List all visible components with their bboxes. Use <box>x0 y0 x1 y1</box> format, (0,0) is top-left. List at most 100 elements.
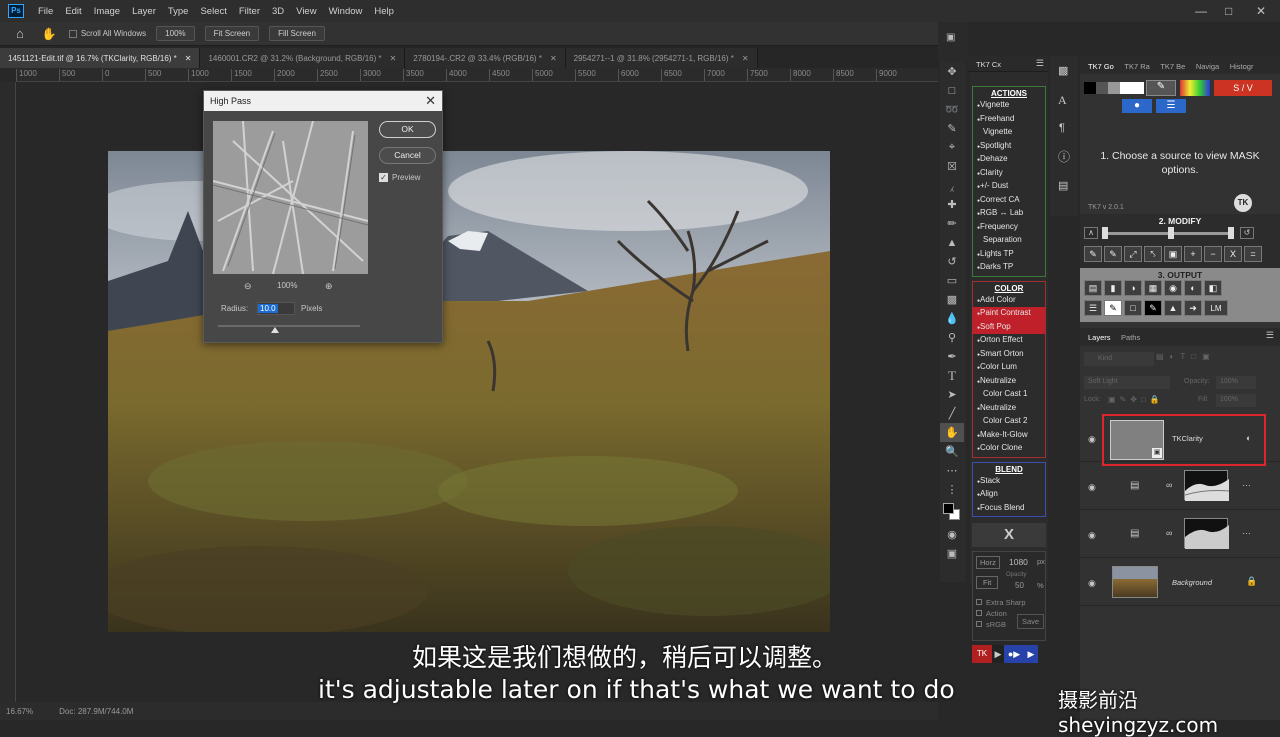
brush-tool-icon[interactable]: ✏ <box>940 214 964 233</box>
close-tab-icon[interactable]: ✕ <box>550 54 557 63</box>
path-select-icon[interactable]: ➤ <box>940 385 964 404</box>
modify-slider-right-thumb[interactable] <box>1228 227 1234 239</box>
layer-name[interactable]: Background <box>1172 578 1212 587</box>
tk-actions-item[interactable]: ●Freehand <box>973 113 1045 127</box>
tab-layers[interactable]: Layers <box>1088 333 1111 342</box>
info-icon[interactable]: ⓘ <box>1058 148 1078 165</box>
doc-tab[interactable]: 2954271--1 @ 31.8% (2954271-1, RGB/16) *… <box>565 48 758 68</box>
home-icon[interactable]: ⌂ <box>16 26 24 41</box>
layer-filter-icons[interactable]: ▤◐T□▣ <box>1156 352 1216 361</box>
quick-mask-icon[interactable]: ◉ <box>940 525 964 544</box>
panel-menu-icon[interactable]: ☰ <box>1036 58 1044 69</box>
modify-slider-mid-thumb[interactable] <box>1168 227 1174 239</box>
menu-window[interactable]: Window <box>323 6 369 17</box>
tk-actions-item[interactable]: ●Lights TP <box>973 248 1045 262</box>
layer-row[interactable]: ◉ ▣ TKClarity ◐ <box>1080 414 1280 466</box>
tk-panel-tab[interactable]: TK7 Cx <box>976 60 1001 69</box>
tk-color-item[interactable]: ●Neutralize <box>973 375 1045 389</box>
share-icon[interactable]: ▣ <box>938 22 968 43</box>
expand-icon[interactable]: ⤢ <box>1124 246 1142 262</box>
restore-icon[interactable]: □ <box>1225 4 1232 18</box>
tab-paths[interactable]: Paths <box>1121 333 1140 342</box>
preview-checkbox[interactable]: ✓ Preview <box>379 173 420 182</box>
tk-badge-icon[interactable]: TK <box>1234 194 1252 212</box>
tk-color-item[interactable]: ●Color Clone <box>973 442 1045 456</box>
healing-brush-icon[interactable]: ✚ <box>940 195 964 214</box>
sv-button[interactable]: S / V <box>1214 80 1272 96</box>
more-icon[interactable]: … <box>1242 526 1251 536</box>
play-icon[interactable]: ▶ <box>992 645 1004 663</box>
selection-icon[interactable]: □ <box>1124 300 1142 316</box>
type-tool-icon[interactable]: T <box>940 366 964 385</box>
tk-blend-item[interactable]: ●Stack <box>973 475 1045 489</box>
layer-thumbnail[interactable] <box>1112 566 1158 598</box>
layer-row[interactable]: ◉ ▤ ∞ … <box>1080 464 1280 510</box>
tk-actions-item[interactable]: ●Spotlight <box>973 140 1045 154</box>
panel-menu-icon[interactable]: ☰ <box>1266 330 1274 341</box>
srgb-checkbox[interactable]: sRGB <box>976 620 1006 629</box>
tab-tk7-ra[interactable]: TK7 Ra <box>1124 62 1149 71</box>
tk-close-button[interactable]: X <box>972 523 1046 547</box>
menu-help[interactable]: Help <box>368 6 400 17</box>
menu-select[interactable]: Select <box>194 6 232 17</box>
hand-tool-icon[interactable]: ✋ <box>42 27 57 41</box>
horz-button[interactable]: Horz <box>976 556 1000 569</box>
refine-icon[interactable]: ▣ <box>1164 246 1182 262</box>
pen-tool-icon[interactable]: ✒ <box>940 347 964 366</box>
tk-color-item[interactable]: ●Smart Orton <box>973 348 1045 362</box>
more-tools-icon[interactable]: ⋯ <box>940 461 964 480</box>
edit-toolbar-icon[interactable]: ⋮ <box>940 480 964 499</box>
gradient-tool-icon[interactable]: ▩ <box>940 290 964 309</box>
menu-layer[interactable]: Layer <box>126 6 162 17</box>
menu-image[interactable]: Image <box>88 6 126 17</box>
tk-color-item[interactable]: ●Orton Effect <box>973 334 1045 348</box>
save-button[interactable]: Save <box>1017 614 1045 629</box>
frame-tool-icon[interactable]: ☒ <box>940 157 964 176</box>
zoom-out-icon[interactable]: ⊖ <box>244 281 252 292</box>
mask-thumbnail[interactable] <box>1184 518 1229 549</box>
color-strip[interactable] <box>1180 80 1210 96</box>
layer-name[interactable]: TKClarity <box>1172 434 1203 443</box>
color-swatches-icon[interactable] <box>940 499 964 525</box>
person-icon[interactable]: ● <box>1122 99 1152 113</box>
eye-icon[interactable]: ◉ <box>1088 530 1096 541</box>
plus-icon[interactable]: + <box>1184 246 1202 262</box>
fit-button[interactable]: Fit <box>976 576 999 589</box>
reset-icon[interactable]: ↺ <box>1240 227 1254 239</box>
radius-input[interactable]: 10.0 <box>257 302 295 315</box>
opacity-input[interactable]: 100% <box>1216 376 1256 389</box>
tab-histogram[interactable]: Histogr <box>1230 62 1254 71</box>
user-icon[interactable]: ●▶ <box>1004 645 1024 663</box>
tk-actions-item[interactable]: Vignette <box>973 126 1045 140</box>
tk-actions-item[interactable]: ●Correct CA <box>973 194 1045 208</box>
minus-icon[interactable]: − <box>1204 246 1222 262</box>
tk-actions-item[interactable]: ●Frequency <box>973 221 1045 235</box>
caret-up-icon[interactable]: ∧ <box>1084 227 1098 239</box>
tk-actions-item[interactable]: Separation <box>973 234 1045 248</box>
selective-color-icon[interactable]: ◧ <box>1204 280 1222 296</box>
hand-tool-icon[interactable]: ✋ <box>940 423 964 442</box>
minimize-icon[interactable]: — <box>1195 4 1207 18</box>
menu-file[interactable]: File <box>32 6 59 17</box>
line-tool-icon[interactable]: ╱ <box>940 404 964 423</box>
tab-tk7-go[interactable]: TK7 Go <box>1088 62 1114 71</box>
opacity-value[interactable]: 50 <box>1015 581 1024 590</box>
close-window-icon[interactable]: ✕ <box>1256 4 1266 18</box>
fill-screen-button[interactable]: Fill Screen <box>269 26 325 41</box>
libraries-icon[interactable]: ▤ <box>1058 179 1078 192</box>
tk-actions-item[interactable]: ●Darks TP <box>973 261 1045 275</box>
tk-color-item[interactable]: ●Add Color <box>973 294 1045 308</box>
tk-actions-item[interactable]: ●+/- Dust <box>973 180 1045 194</box>
blend-mode-select[interactable]: Soft Light <box>1084 376 1170 389</box>
history-icon[interactable]: ▩ <box>1058 64 1078 77</box>
tk-actions-item[interactable]: ●Dehaze <box>973 153 1045 167</box>
scroll-all-windows-checkbox[interactable]: Scroll All Windows <box>68 29 146 38</box>
tk-blend-item[interactable]: ●Align <box>973 488 1045 502</box>
tk-actions-item[interactable]: ●RGB ↔ Lab <box>973 207 1045 221</box>
close-tab-icon[interactable]: ✕ <box>390 54 397 63</box>
contract-icon[interactable]: ⤣ <box>1144 246 1162 262</box>
zoom-100-button[interactable]: 100% <box>156 26 195 41</box>
paint-brush-icon[interactable]: ✎ <box>1084 246 1102 262</box>
radius-slider-thumb[interactable] <box>270 327 279 333</box>
multiply-icon[interactable]: X <box>1224 246 1242 262</box>
